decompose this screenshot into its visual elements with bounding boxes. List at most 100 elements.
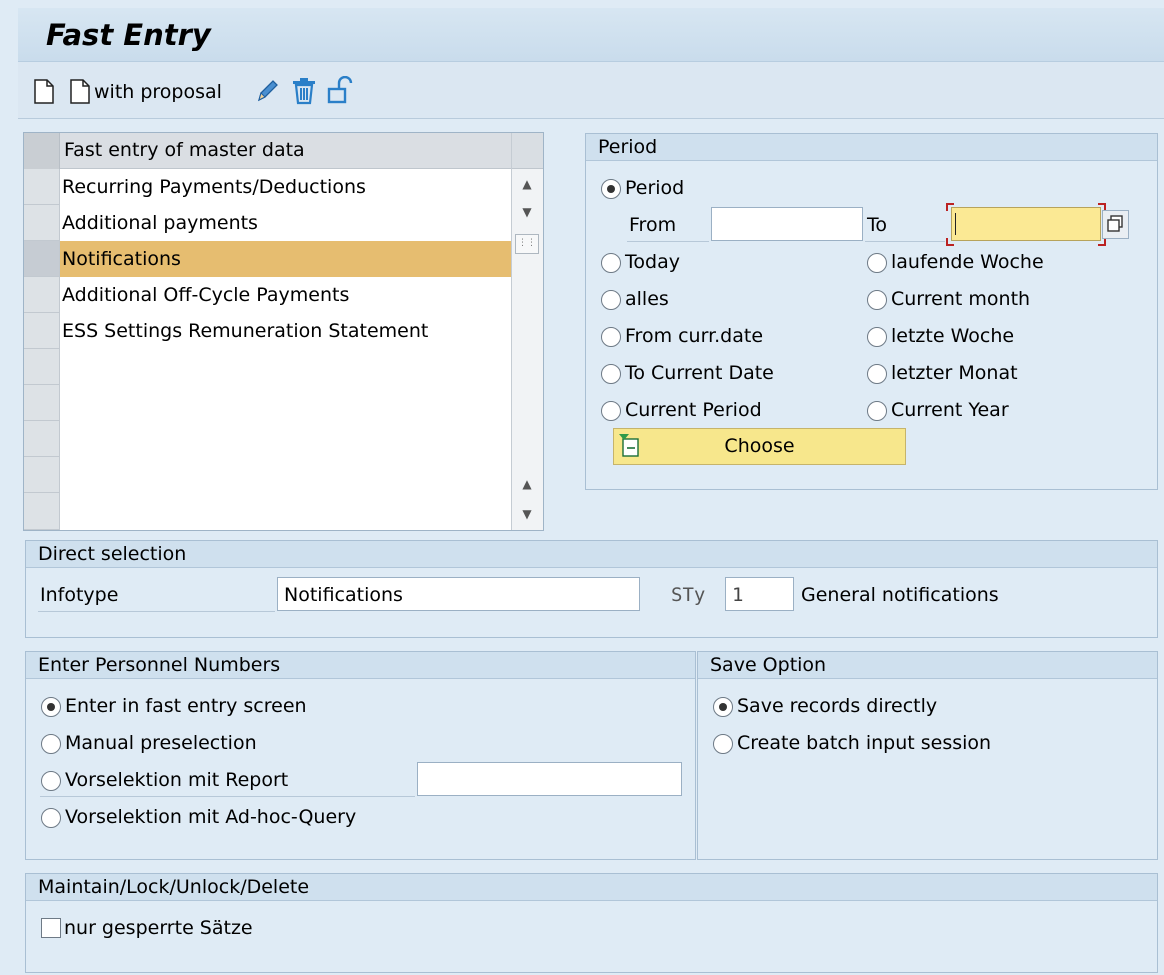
current-year-label: Current Year — [891, 399, 1009, 421]
batch-input-label: Create batch input session — [737, 732, 992, 754]
choose-button-label: Choose — [724, 435, 795, 457]
period-radio-label: Period — [625, 177, 685, 199]
from-label: From — [629, 214, 677, 236]
scroll-page-down-icon[interactable]: ▼ — [520, 507, 534, 521]
personnel-numbers-panel: Enter Personnel Numbers — [25, 651, 696, 860]
to-underline — [865, 241, 945, 242]
copy-icon — [1107, 215, 1123, 232]
subtype-input[interactable]: 1 — [725, 577, 794, 611]
infotype-label: Infotype — [40, 584, 119, 606]
current-period-radio[interactable] — [601, 401, 621, 421]
unlock-icon — [327, 76, 353, 104]
scroll-down-icon[interactable]: ▼ — [520, 205, 534, 219]
row-selector[interactable] — [24, 493, 60, 530]
save-directly-radio[interactable] — [713, 697, 733, 717]
new-with-proposal-button[interactable]: with proposal — [70, 79, 222, 104]
row-selector[interactable] — [24, 313, 60, 349]
row-selector[interactable] — [24, 169, 60, 205]
alles-label: alles — [625, 288, 669, 310]
period-panel-title: Period — [586, 134, 1157, 161]
subtype-label: STy — [671, 584, 706, 606]
scroll-up-icon[interactable]: ▲ — [520, 177, 534, 191]
list-scrollbar[interactable]: ▲ ▼ ⋮⋮ ▲ ▼ — [511, 133, 543, 530]
pencil-icon — [257, 80, 278, 102]
title-bar: Fast Entry — [18, 8, 1164, 62]
list-header: Fast entry of master data — [24, 133, 511, 169]
letzte-woche-label: letzte Woche — [891, 325, 1015, 347]
row-selector[interactable] — [24, 349, 60, 385]
to-current-date-radio[interactable] — [601, 364, 621, 384]
with-proposal-label: with proposal — [94, 80, 222, 103]
to-date-input[interactable] — [951, 207, 1101, 241]
alles-radio[interactable] — [601, 290, 621, 310]
list-item[interactable]: Recurring Payments/Deductions — [60, 169, 511, 205]
maintain-lock-title: Maintain/Lock/Unlock/Delete — [26, 874, 1157, 901]
row-selector[interactable] — [24, 457, 60, 493]
list-item-selected[interactable]: Notifications — [60, 241, 511, 277]
fast-entry-screen-label: Enter in fast entry screen — [65, 695, 307, 717]
list-header-label: Fast entry of master data — [64, 139, 305, 161]
multiple-selection-button[interactable] — [1102, 210, 1129, 239]
batch-input-radio[interactable] — [713, 734, 733, 754]
column-settings-button[interactable] — [512, 133, 543, 169]
preselection-report-radio[interactable] — [41, 771, 61, 791]
required-corner-tl — [946, 203, 954, 211]
row-selector[interactable] — [24, 241, 60, 277]
from-current-date-radio[interactable] — [601, 327, 621, 347]
letzter-monat-radio[interactable] — [867, 364, 887, 384]
unlock-button[interactable] — [326, 76, 354, 105]
today-label: Today — [625, 251, 680, 273]
current-month-radio[interactable] — [867, 290, 887, 310]
adhoc-query-radio[interactable] — [41, 808, 61, 828]
manual-preselection-label: Manual preselection — [65, 732, 257, 754]
laufende-woche-label: laufende Woche — [891, 251, 1044, 273]
locked-records-checkbox[interactable] — [41, 918, 61, 938]
scroll-page-up-icon[interactable]: ▲ — [520, 477, 534, 491]
current-month-label: Current month — [891, 288, 1031, 310]
period-radio[interactable] — [601, 179, 621, 199]
list-item[interactable]: Additional payments — [60, 205, 511, 241]
report-input[interactable] — [417, 762, 682, 796]
fast-entry-list: Fast entry of master data Recurring Paym… — [23, 132, 544, 531]
fast-entry-screen-radio[interactable] — [41, 697, 61, 717]
row-selector[interactable] — [24, 385, 60, 421]
choose-button[interactable]: Choose — [613, 428, 906, 465]
subtype-description: General notifications — [801, 584, 999, 606]
locked-records-label: nur gesperrte Sätze — [64, 917, 253, 939]
row-selector[interactable] — [24, 205, 60, 241]
row-selector[interactable] — [24, 421, 60, 457]
from-date-input[interactable] — [711, 207, 863, 241]
page-title: Fast Entry — [46, 18, 211, 52]
save-directly-label: Save records directly — [737, 695, 938, 717]
current-period-label: Current Period — [625, 399, 762, 421]
scroll-thumb[interactable]: ⋮⋮ — [515, 234, 539, 254]
from-underline — [627, 241, 709, 242]
required-corner-bl — [946, 238, 954, 246]
infotype-input[interactable]: Notifications — [277, 577, 640, 611]
row-selector[interactable] — [24, 277, 60, 313]
select-all-cell[interactable] — [24, 133, 60, 169]
letzter-monat-label: letzter Monat — [891, 362, 1018, 384]
preselection-report-label: Vorselektion mit Report — [65, 769, 289, 791]
new-document-button[interactable] — [34, 79, 54, 104]
report-underline — [40, 796, 415, 797]
today-radio[interactable] — [601, 253, 621, 273]
current-year-radio[interactable] — [867, 401, 887, 421]
adhoc-query-label: Vorselektion mit Ad-hoc-Query — [65, 806, 357, 828]
text-cursor — [955, 213, 956, 235]
list-item[interactable]: Additional Off-Cycle Payments — [60, 277, 511, 313]
infotype-underline — [38, 611, 275, 612]
to-label: To — [867, 214, 888, 236]
delete-button[interactable] — [290, 76, 318, 105]
manual-preselection-radio[interactable] — [41, 734, 61, 754]
save-option-title: Save Option — [698, 652, 1157, 679]
toolbar: with proposal — [18, 62, 1164, 119]
save-option-panel: Save Option — [697, 651, 1158, 860]
edit-button[interactable] — [255, 78, 279, 104]
new-document-icon — [34, 79, 54, 104]
new-document-icon — [70, 79, 90, 104]
laufende-woche-radio[interactable] — [867, 253, 887, 273]
list-item[interactable]: ESS Settings Remuneration Statement — [60, 313, 511, 349]
trash-icon — [293, 78, 315, 105]
letzte-woche-radio[interactable] — [867, 327, 887, 347]
